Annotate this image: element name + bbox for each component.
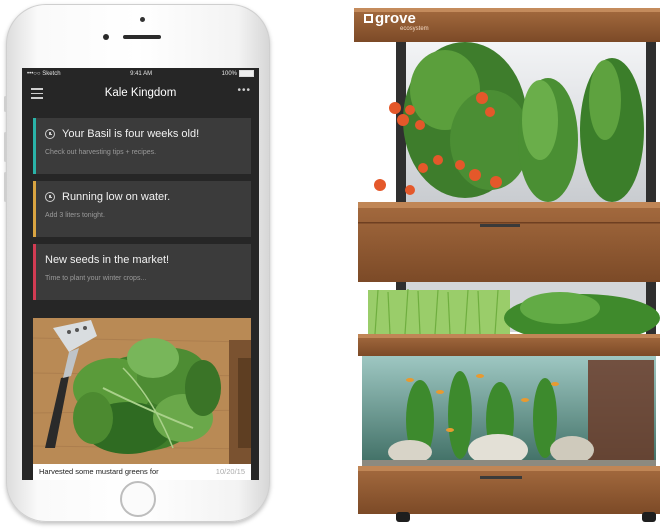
photo-caption: Harvested some mustard greens for 10/20/…	[33, 464, 251, 480]
card-accent-bar	[33, 244, 36, 300]
more-options-icon[interactable]: •••	[237, 85, 251, 96]
front-sensor	[140, 17, 145, 22]
volume-up-button	[4, 132, 7, 162]
card-accent-bar	[33, 118, 36, 174]
phone-screen: •••○○ Sketch 9:41 AM 100% Kale Kingdom •…	[22, 68, 259, 480]
grove-logo-text: grove	[375, 10, 416, 27]
notification-card-seeds[interactable]: New seeds in the market! Time to plant y…	[33, 244, 251, 300]
earpiece-speaker	[123, 35, 161, 39]
app-header: Kale Kingdom •••	[22, 80, 259, 106]
card-title: Running low on water.	[62, 191, 171, 203]
clock-icon	[45, 192, 55, 202]
front-camera	[103, 34, 109, 40]
battery-indicator: 100%	[221, 70, 254, 78]
clock-time: 9:41 AM	[130, 71, 153, 77]
caption-text: Harvested some mustard greens for	[39, 467, 159, 476]
mute-switch	[4, 96, 7, 112]
notification-card-basil[interactable]: Your Basil is four weeks old! Check out …	[33, 118, 251, 174]
card-title: Your Basil is four weeks old!	[62, 128, 200, 140]
app-title: Kale Kingdom	[104, 87, 177, 99]
battery-percent: 100%	[221, 71, 237, 78]
card-subtitle: Check out harvesting tips + recipes.	[45, 149, 157, 156]
hamburger-menu-icon[interactable]	[31, 88, 43, 102]
grove-logo-subtext: ecosystem	[400, 26, 429, 32]
card-subtitle: Add 3 liters tonight.	[45, 212, 105, 219]
card-accent-bar	[33, 181, 36, 237]
greens-photo[interactable]	[33, 318, 251, 464]
home-button[interactable]	[120, 481, 156, 517]
status-bar: •••○○ Sketch 9:41 AM 100%	[22, 68, 259, 80]
card-title: New seeds in the market!	[45, 254, 170, 266]
carrier-label: •••○○ Sketch	[27, 71, 61, 77]
grove-ecosystem-product: grove ecosystem	[350, 0, 663, 524]
caption-date: 10/20/15	[215, 467, 245, 476]
phone-device: •••○○ Sketch 9:41 AM 100% Kale Kingdom •…	[4, 4, 270, 522]
clock-icon	[45, 129, 55, 139]
volume-down-button	[4, 172, 7, 202]
card-subtitle: Time to plant your winter crops...	[45, 275, 147, 282]
battery-icon	[239, 70, 254, 78]
grove-logo-icon	[364, 14, 373, 24]
grove-logo: grove ecosystem	[364, 11, 429, 32]
notification-card-water[interactable]: Running low on water. Add 3 liters tonig…	[33, 181, 251, 237]
